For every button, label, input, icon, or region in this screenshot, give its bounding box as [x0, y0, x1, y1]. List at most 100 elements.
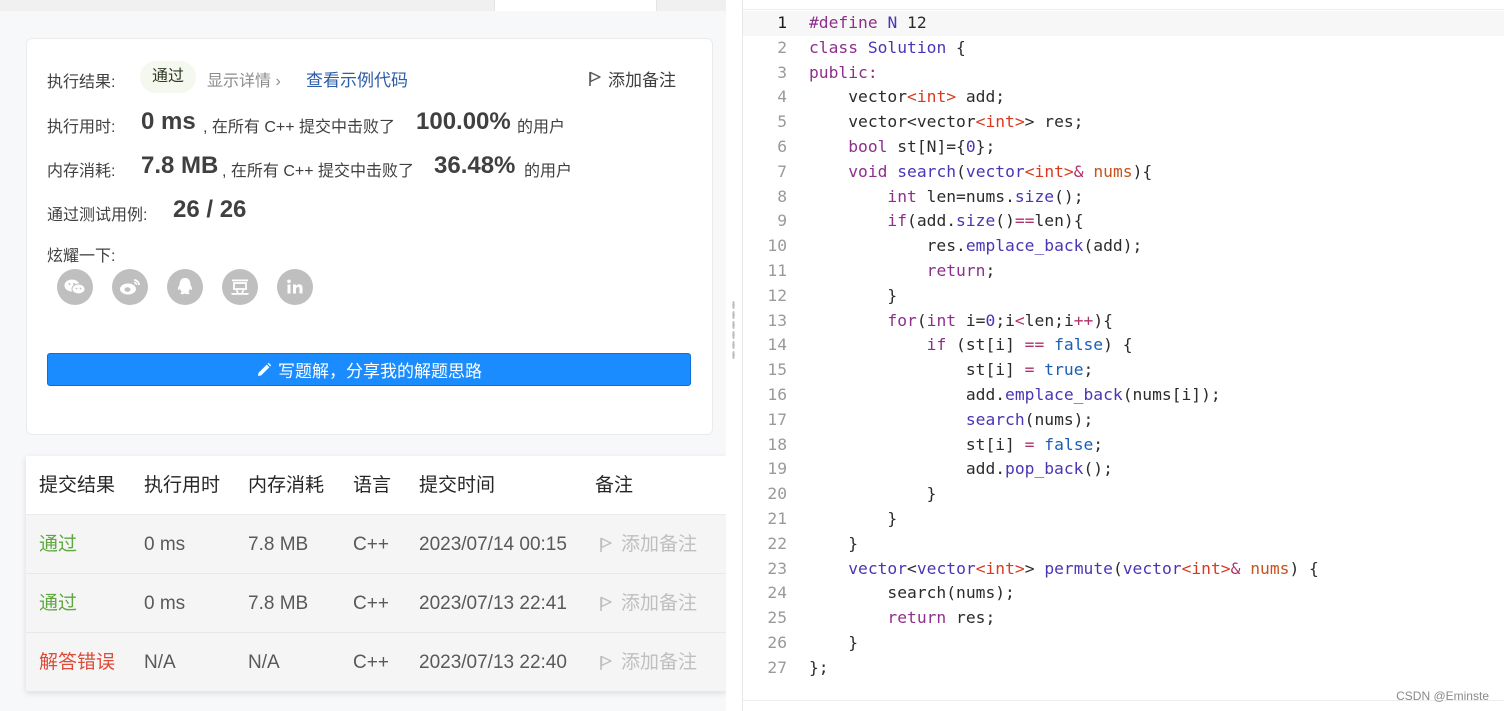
watermark-text: CSDN @Eminste: [1396, 689, 1489, 703]
flag-icon: [600, 596, 612, 611]
view-example-code-link[interactable]: 查看示例代码: [306, 66, 408, 91]
douban-icon[interactable]: [222, 269, 258, 305]
code-line: 16 add.emplace_back(nums[i]);: [743, 383, 1504, 408]
exec-result-label: 执行结果:: [47, 74, 116, 91]
header-language: 语言: [353, 475, 392, 496]
line-number: 3: [777, 62, 787, 82]
line-number: 1: [777, 13, 787, 32]
line-number: 15: [767, 360, 787, 380]
exec-time-text: , 在所有 C++ 提交中击败了: [203, 119, 396, 136]
code-line: 2 class Solution {: [743, 36, 1504, 61]
exec-time-suffix: 的用户: [517, 119, 566, 136]
row-memory: 7.8 MB: [248, 593, 309, 614]
row-time: 0 ms: [144, 534, 186, 555]
row-language: C++: [353, 593, 389, 614]
code-line: 25 return res;: [743, 606, 1504, 631]
exec-time-value: 0 ms: [141, 108, 196, 135]
line-number: 19: [767, 459, 787, 479]
add-note-button[interactable]: 添加备注: [588, 66, 676, 91]
code-line: 15 st[i] = true;: [743, 358, 1504, 383]
line-number: 20: [767, 484, 787, 504]
status-badge: 通过: [140, 61, 197, 93]
code-line: 5 vector<vector<int>> res;: [743, 110, 1504, 135]
weibo-icon[interactable]: [112, 269, 148, 305]
code-line: 8 int len=nums.size();: [743, 185, 1504, 210]
pane-resize-handle[interactable]: [726, 0, 742, 711]
line-number: 11: [767, 260, 787, 280]
code-line: 12 }: [743, 284, 1504, 309]
code-line: 4 vector<int> add;: [743, 85, 1504, 110]
app-root: 执行结果: 通过 显示详情 › 查看示例代码 添加备注 执行用时: 0 ms ,…: [0, 0, 1504, 711]
row-status[interactable]: 解答错误: [39, 633, 115, 692]
memory-percent: 36.48%: [434, 152, 516, 179]
line-number: 16: [767, 384, 787, 404]
linkedin-icon[interactable]: [277, 269, 313, 305]
table-row[interactable]: 解答错误 N/A N/A C++ 2023/07/13 22:40 添加备注: [26, 633, 726, 692]
code-line: 23 vector<vector<int>> permute(vector<in…: [743, 557, 1504, 582]
code-line: 26 }: [743, 631, 1504, 656]
line-number: 5: [777, 112, 787, 132]
flag-icon: [600, 537, 612, 552]
line-number: 7: [777, 161, 787, 181]
editor-top-border: [743, 0, 1504, 10]
code-line: 1 #define N 12: [743, 11, 1504, 36]
flag-icon: [589, 71, 601, 86]
row-add-note-button[interactable]: 添加备注: [599, 633, 697, 692]
exec-time-percent: 100.00%: [416, 108, 511, 135]
code-lines[interactable]: 1 #define N 12 2 class Solution { 3 public:…: [743, 11, 1504, 681]
code-line: 6 bool st[N]={0};: [743, 135, 1504, 160]
code-line: 14 if (st[i] == false) {: [743, 333, 1504, 358]
code-line: 9 if(add.size()==len){: [743, 209, 1504, 234]
header-status: 提交结果: [39, 475, 116, 496]
code-line: 22 }: [743, 532, 1504, 557]
header-memory: 内存消耗: [248, 475, 325, 496]
code-editor[interactable]: 1 #define N 12 2 class Solution { 3 public:…: [742, 0, 1504, 711]
line-number: 23: [767, 558, 787, 578]
line-number: 26: [767, 632, 787, 652]
row-add-note-button[interactable]: 添加备注: [599, 515, 697, 574]
header-note: 备注: [595, 475, 634, 496]
code-line: 19 add.pop_back();: [743, 457, 1504, 482]
line-number: 27: [767, 657, 787, 677]
code-line: 3 public:: [743, 61, 1504, 86]
wechat-icon[interactable]: [57, 269, 93, 305]
row-status[interactable]: 通过: [39, 574, 77, 633]
row-language: C++: [353, 534, 389, 555]
line-number: 17: [767, 409, 787, 429]
flag-icon: [600, 655, 612, 670]
memory-text: , 在所有 C++ 提交中击败了: [222, 163, 415, 180]
memory-label: 内存消耗:: [47, 163, 116, 180]
line-number: 12: [767, 285, 787, 305]
test-cases-label: 通过测试用例:: [47, 207, 148, 224]
line-number: 24: [767, 583, 787, 603]
code-line: 7 void search(vector<int>& nums){: [743, 160, 1504, 185]
show-details-link[interactable]: 显示详情 ›: [207, 67, 281, 91]
test-cases-value: 26 / 26: [173, 196, 247, 223]
exec-time-label: 执行用时:: [47, 119, 116, 136]
tab-submissions[interactable]: [494, 0, 657, 11]
submission-panel: 执行结果: 通过 显示详情 › 查看示例代码 添加备注 执行用时: 0 ms ,…: [0, 0, 726, 711]
submissions-table: 提交结果 执行用时 内存消耗 语言 提交时间 备注 通过 0 ms 7.8 MB…: [26, 456, 726, 692]
line-number: 8: [777, 186, 787, 206]
row-note-label: 添加备注: [621, 652, 698, 673]
line-number: 4: [777, 87, 787, 107]
table-row[interactable]: 通过 0 ms 7.8 MB C++ 2023/07/14 00:15 添加备注: [26, 515, 726, 574]
code-line: 18 st[i] = false;: [743, 433, 1504, 458]
write-solution-button[interactable]: 写题解，分享我的解题思路: [47, 353, 691, 386]
qq-icon[interactable]: [167, 269, 203, 305]
row-submitted: 2023/07/13 22:41: [419, 593, 567, 614]
tab-strip: [0, 0, 726, 11]
row-memory: N/A: [248, 652, 280, 673]
row-status[interactable]: 通过: [39, 515, 77, 574]
header-time: 执行用时: [144, 475, 221, 496]
editor-bottom-border: [743, 700, 1504, 701]
line-number: 9: [777, 211, 787, 231]
line-number: 13: [767, 310, 787, 330]
row-language: C++: [353, 652, 389, 673]
row-time: N/A: [144, 652, 176, 673]
line-number: 6: [777, 136, 787, 156]
table-row[interactable]: 通过 0 ms 7.8 MB C++ 2023/07/13 22:41 添加备注: [26, 574, 726, 633]
line-number: 10: [767, 236, 787, 256]
row-add-note-button[interactable]: 添加备注: [599, 574, 697, 633]
code-line: 17 search(nums);: [743, 408, 1504, 433]
